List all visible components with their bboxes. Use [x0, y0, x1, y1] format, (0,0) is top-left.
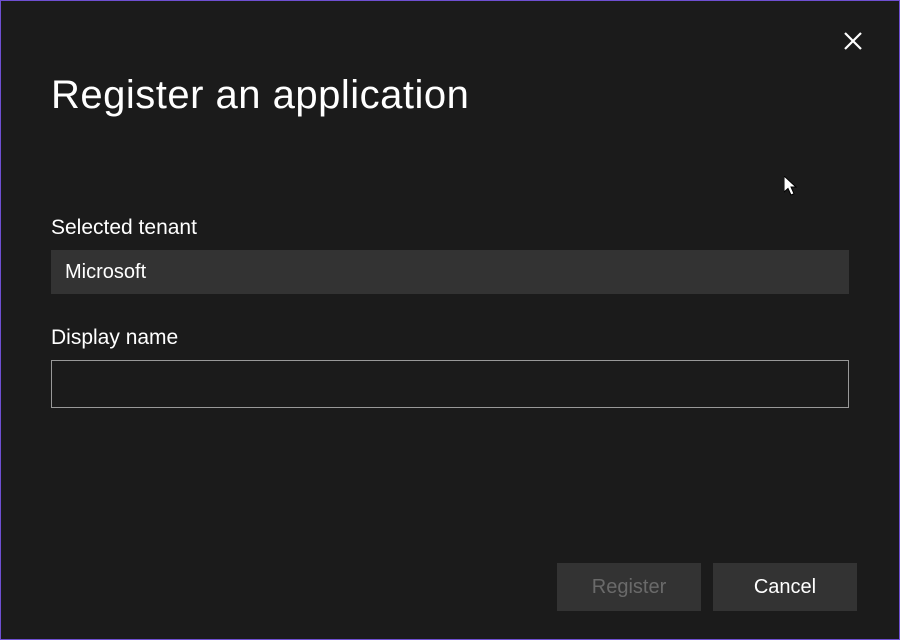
display-name-input[interactable] [51, 360, 849, 408]
selected-tenant-field: Selected tenant Microsoft [51, 216, 849, 294]
cancel-button[interactable]: Cancel [713, 563, 857, 611]
display-name-field: Display name [51, 326, 849, 408]
close-icon [843, 31, 863, 56]
dialog-title: Register an application [51, 73, 469, 118]
register-button[interactable]: Register [557, 563, 701, 611]
selected-tenant-value: Microsoft [51, 250, 849, 294]
close-button[interactable] [837, 27, 869, 59]
display-name-label: Display name [51, 326, 849, 350]
mouse-cursor-icon [784, 176, 800, 203]
selected-tenant-label: Selected tenant [51, 216, 849, 240]
dialog-button-row: Register Cancel [557, 563, 857, 611]
